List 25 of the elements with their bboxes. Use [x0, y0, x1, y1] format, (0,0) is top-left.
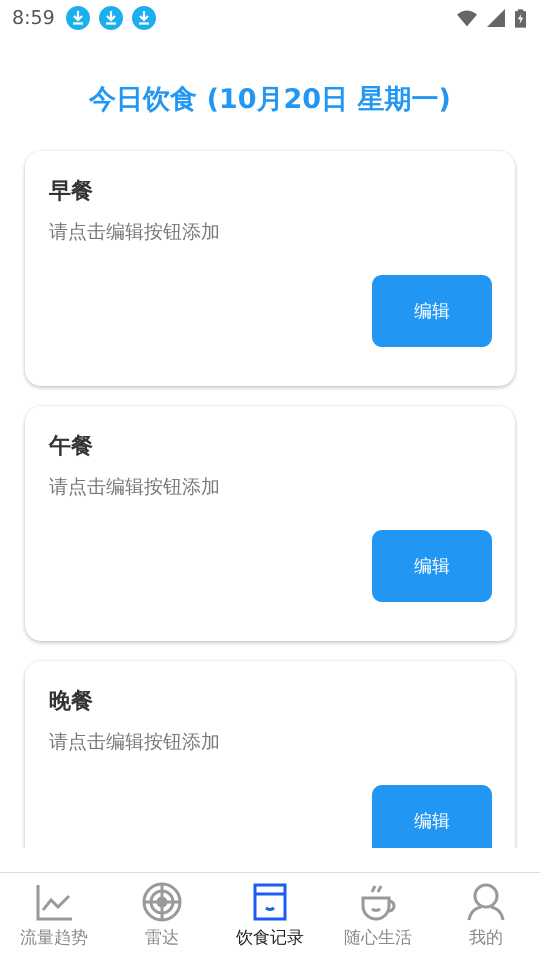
meal-title: 早餐: [49, 178, 94, 206]
person-icon: [466, 882, 506, 922]
meal-title: 晚餐: [49, 688, 94, 716]
nav-tab[interactable]: 我的: [432, 873, 540, 960]
meal-hint: 请点击编辑按钮添加: [49, 220, 221, 245]
download-icon: [66, 6, 90, 30]
signal-icon: [486, 9, 506, 27]
meal-hint: 请点击编辑按钮添加: [49, 475, 221, 500]
nav-tab[interactable]: 雷达: [108, 873, 216, 960]
edit-button[interactable]: 编辑: [372, 530, 492, 602]
nav-tab[interactable]: 饮食记录: [216, 873, 324, 960]
line-chart-icon: [34, 882, 74, 922]
nav-tab[interactable]: 流量趋势: [0, 873, 108, 960]
download-icon: [132, 6, 156, 30]
meal-title: 午餐: [49, 433, 94, 461]
edit-button[interactable]: 编辑: [372, 785, 492, 848]
radar-icon: [142, 882, 182, 922]
status-time: 8:59: [12, 7, 55, 29]
wifi-icon: [457, 9, 477, 27]
nav-tab[interactable]: 随心生活: [324, 873, 432, 960]
page-title: 今日饮食 (10月20日 星期一): [88, 83, 452, 117]
meal-hint: 请点击编辑按钮添加: [49, 730, 221, 755]
battery-icon: [515, 8, 526, 28]
download-icon: [98, 6, 123, 30]
edit-button[interactable]: 编辑: [372, 275, 492, 347]
